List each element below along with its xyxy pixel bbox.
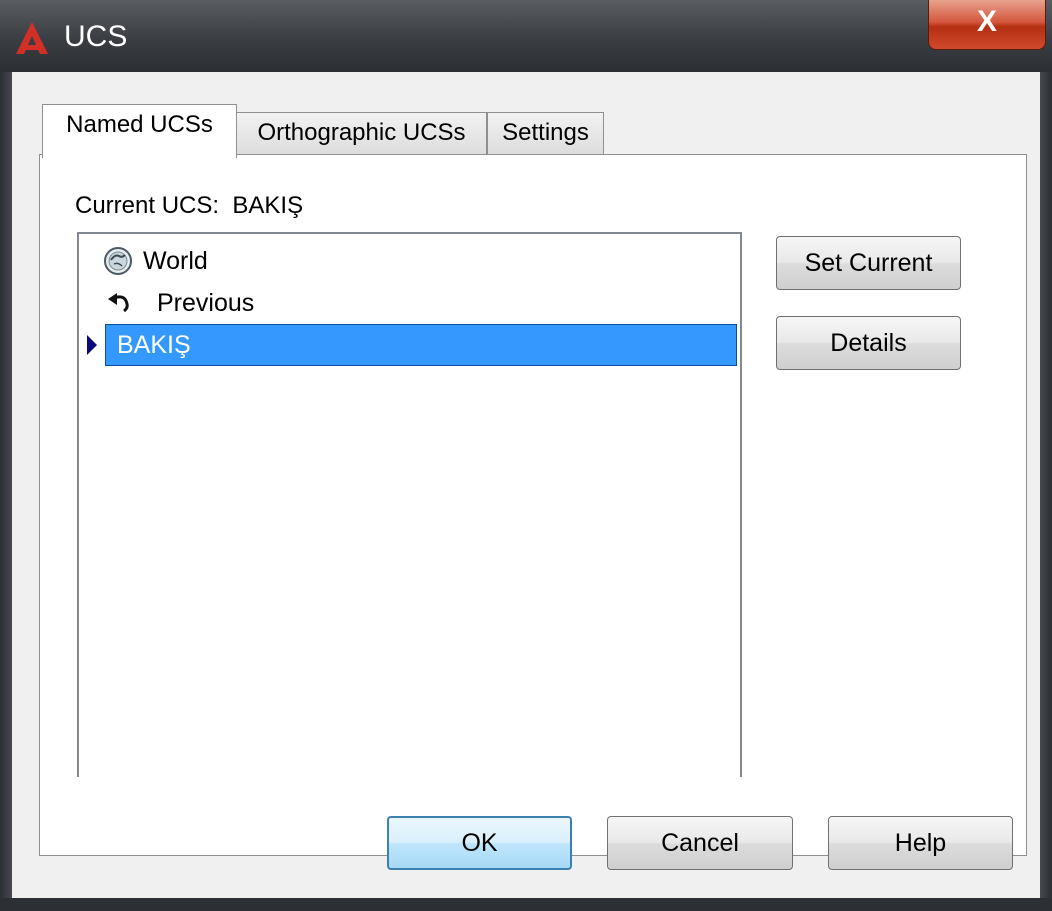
details-button[interactable]: Details [776,316,961,370]
window-frame-bottom [0,898,1052,911]
list-item-label: BAKIŞ [117,331,191,359]
current-ucs-label: Current UCS: BAKIŞ [75,192,303,220]
close-icon: X [976,5,997,38]
window-frame-right [1040,72,1052,911]
title-bar[interactable]: UCS X [0,0,1052,72]
list-item-bakis[interactable]: BAKIŞ [79,324,740,366]
help-button[interactable]: Help [828,816,1013,870]
current-ucs-value: BAKIŞ [232,192,304,219]
list-item-world[interactable]: World [79,240,740,282]
list-item-label: Previous [157,289,255,317]
ucs-dialog: UCS X Named UCSs Orthographic UCSs Setti… [0,0,1052,911]
autocad-logo-icon [16,22,48,54]
selection-highlight [105,324,737,366]
undo-arrow-icon [108,293,129,313]
tab-settings[interactable]: Settings [487,112,604,156]
tab-orthographic-ucss[interactable]: Orthographic UCSs [236,112,487,156]
window-frame-left [0,72,12,911]
list-item-previous[interactable]: Previous [79,282,740,324]
set-current-button[interactable]: Set Current [776,236,961,290]
cancel-button[interactable]: Cancel [607,816,793,870]
tab-named-ucss[interactable]: Named UCSs [42,104,237,158]
current-marker-icon [87,335,97,355]
ucs-list[interactable]: World Previous BAKIŞ [77,232,742,777]
close-button[interactable]: X [928,0,1046,50]
dialog-client-area: Named UCSs Orthographic UCSs Settings Cu… [12,72,1040,898]
globe-icon [104,247,132,275]
window-title: UCS [64,20,128,53]
list-item-label: World [143,247,208,275]
current-ucs-caption: Current UCS: [75,192,220,219]
ok-button[interactable]: OK [387,816,572,870]
